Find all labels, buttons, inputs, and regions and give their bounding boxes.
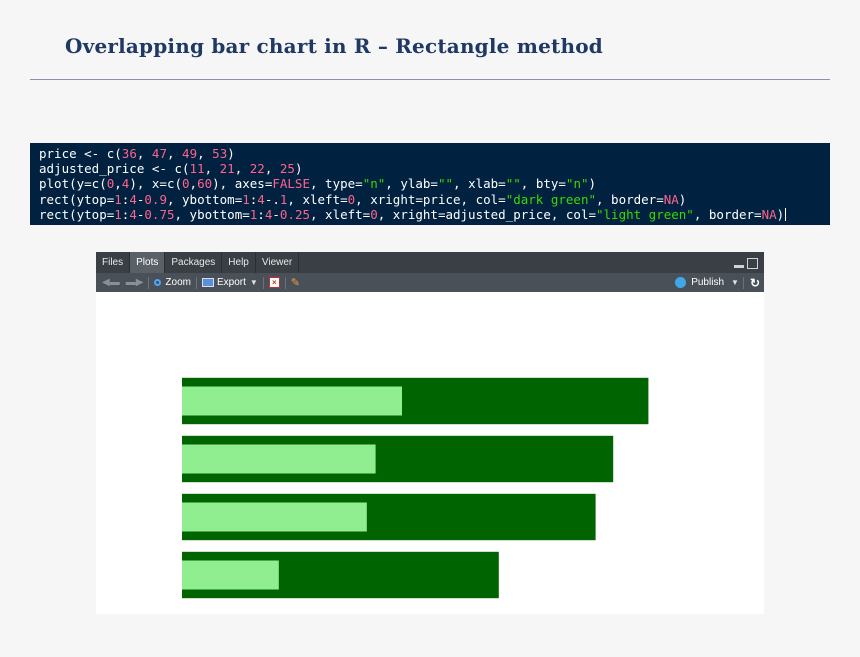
- remove-plot-button[interactable]: ×: [268, 277, 280, 288]
- forward-arrow-icon[interactable]: ▬▶: [126, 277, 144, 288]
- tab-plots[interactable]: Plots: [130, 252, 166, 273]
- text-cursor: [785, 207, 787, 221]
- toolbar-separator: [262, 276, 264, 289]
- code-line: price <- c(36, 47, 49, 53): [39, 146, 235, 161]
- tab-help[interactable]: Help: [222, 252, 256, 273]
- export-image-icon: [201, 278, 214, 287]
- bar-adjusted-price: [182, 560, 279, 590]
- toolbar-separator: [742, 276, 744, 289]
- bar-adjusted-price: [182, 444, 376, 474]
- plot-area: [96, 292, 764, 614]
- toolbar-separator: [284, 276, 286, 289]
- overlapping-bar-chart: [182, 377, 649, 599]
- toolbar-separator: [148, 276, 150, 289]
- minimize-icon[interactable]: [734, 265, 744, 268]
- slide-title: Overlapping bar chart in R – Rectangle m…: [65, 34, 603, 58]
- tab-packages[interactable]: Packages: [165, 252, 223, 273]
- zoom-button[interactable]: Zoom: [154, 277, 191, 288]
- export-label: Export: [216, 277, 246, 288]
- chevron-down-icon: ▼: [249, 278, 258, 287]
- code-line: adjusted_price <- c(11, 21, 22, 25): [39, 161, 303, 177]
- maximize-icon[interactable]: [747, 258, 758, 269]
- code-line: plot(y=c(0,4), x=c(0,60), axes=FALSE, ty…: [39, 176, 597, 192]
- code-line: rect(ytop=1:4-0.75, ybottom=1:4-0.25, xl…: [39, 206, 787, 222]
- back-arrow-icon[interactable]: ◀▬: [102, 277, 120, 288]
- publish-label: Publish: [691, 277, 725, 288]
- code-line: rect(ytop=1:4-0.9, ybottom=1:4-.1, xleft…: [39, 191, 687, 207]
- title-divider: [30, 79, 830, 80]
- zoom-label: Zoom: [165, 277, 191, 288]
- bar-adjusted-price: [182, 502, 367, 532]
- plots-toolbar: ◀▬ ▬▶ Zoom Export ▼ × ✎ Publish ▼ ↻: [96, 273, 764, 292]
- publish-button[interactable]: Publish ▼: [675, 277, 739, 288]
- window-buttons: [734, 258, 758, 269]
- remove-plot-icon: ×: [268, 277, 280, 288]
- broom-icon[interactable]: ✎: [291, 276, 300, 289]
- toolbar-separator: [195, 276, 197, 289]
- tab-files[interactable]: Files: [96, 252, 131, 273]
- refresh-icon[interactable]: ↻: [750, 276, 760, 290]
- export-button[interactable]: Export ▼: [201, 277, 258, 288]
- code-console[interactable]: price <- c(36, 47, 49, 53) adjusted_price…: [30, 143, 830, 225]
- publish-icon: [675, 277, 687, 288]
- bar-adjusted-price: [182, 386, 402, 416]
- pane-tabbar: Files Plots Packages Help Viewer: [96, 252, 764, 273]
- plots-pane: Files Plots Packages Help Viewer ◀▬ ▬▶ Z…: [96, 252, 764, 614]
- chevron-down-icon: ▼: [731, 278, 739, 287]
- tab-viewer[interactable]: Viewer: [256, 252, 300, 273]
- magnifier-icon: [154, 279, 162, 286]
